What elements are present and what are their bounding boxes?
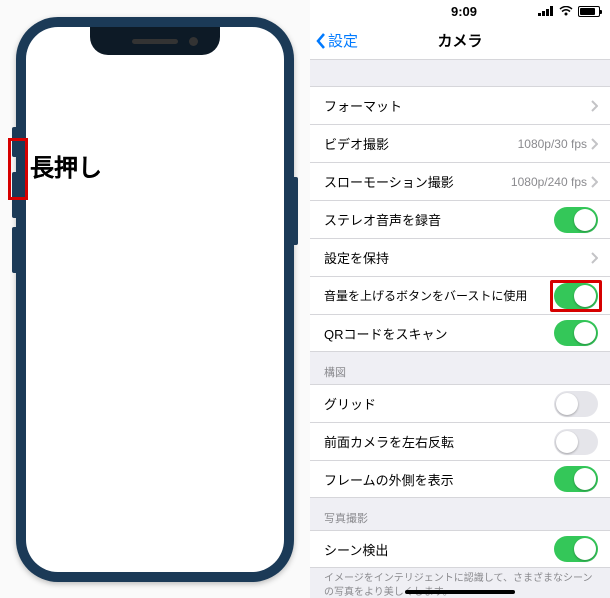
row-frame: フレームの外側を表示 <box>310 460 610 498</box>
qr-toggle[interactable] <box>554 320 598 346</box>
group-composition: グリッド 前面カメラを左右反転 フレームの外側を表示 <box>310 384 610 498</box>
chevron-left-icon <box>316 33 326 49</box>
battery-icon <box>578 6 600 17</box>
row-label: ステレオ音声を録音 <box>324 210 554 229</box>
phone-power-button <box>294 177 298 245</box>
row-label: 音量を上げるボタンをバーストに使用 <box>324 287 554 304</box>
phone-notch <box>90 27 220 55</box>
group-recording: フォーマット ビデオ撮影 1080p/30 fps スローモーション撮影 108… <box>310 86 610 352</box>
scene-toggle[interactable] <box>554 536 598 562</box>
back-label: 設定 <box>328 30 358 51</box>
row-label: 前面カメラを左右反転 <box>324 432 554 451</box>
row-stereo: ステレオ音声を録音 <box>310 200 610 238</box>
grid-toggle[interactable] <box>554 391 598 417</box>
row-preserve[interactable]: 設定を保持 <box>310 238 610 276</box>
long-press-label: 長押し <box>30 148 102 183</box>
row-slowmo[interactable]: スローモーション撮影 1080p/240 fps <box>310 162 610 200</box>
phone-screen <box>26 27 284 572</box>
row-label: ビデオ撮影 <box>324 134 518 153</box>
mirror-toggle[interactable] <box>554 429 598 455</box>
row-label: シーン検出 <box>324 540 554 559</box>
status-time: 9:09 <box>451 4 477 19</box>
nav-bar: 設定 カメラ <box>310 22 610 60</box>
row-label: フレームの外側を表示 <box>324 470 554 489</box>
row-label: 設定を保持 <box>324 248 591 267</box>
row-label: グリッド <box>324 394 554 413</box>
row-format[interactable]: フォーマット <box>310 86 610 124</box>
row-video[interactable]: ビデオ撮影 1080p/30 fps <box>310 124 610 162</box>
group-header-photo: 写真撮影 <box>310 498 610 530</box>
status-bar: 9:09 <box>310 0 610 22</box>
chevron-right-icon <box>591 138 598 150</box>
home-indicator <box>405 590 515 594</box>
row-label: スローモーション撮影 <box>324 172 511 191</box>
phone-illustration-pane: 長押し 長押し <box>0 0 310 598</box>
settings-screen: 9:09 設定 カメラ フォーマット ビデオ撮影 1080p/30 fps スロ… <box>310 0 610 598</box>
volume-up-highlight <box>8 138 28 200</box>
row-label: フォーマット <box>324 96 591 115</box>
row-qr: QRコードをスキャン <box>310 314 610 352</box>
row-value: 1080p/30 fps <box>518 137 587 151</box>
stereo-toggle[interactable] <box>554 207 598 233</box>
signal-icon <box>538 6 554 16</box>
back-button[interactable]: 設定 <box>316 30 358 51</box>
group-header-composition: 構図 <box>310 352 610 384</box>
chevron-right-icon <box>591 100 598 112</box>
row-label: QRコードをスキャン <box>324 324 554 343</box>
phone-frame <box>16 17 294 582</box>
frame-toggle[interactable] <box>554 466 598 492</box>
wifi-icon <box>559 4 573 19</box>
group-photo: シーン検出 <box>310 530 610 568</box>
row-value: 1080p/240 fps <box>511 175 587 189</box>
row-mirror: 前面カメラを左右反転 <box>310 422 610 460</box>
burst-toggle[interactable] <box>554 283 598 309</box>
row-scene: シーン検出 <box>310 530 610 568</box>
chevron-right-icon <box>591 252 598 264</box>
chevron-right-icon <box>591 176 598 188</box>
row-burst: 音量を上げるボタンをバーストに使用 <box>310 276 610 314</box>
phone-volume-down-button <box>12 227 16 273</box>
row-grid: グリッド <box>310 384 610 422</box>
